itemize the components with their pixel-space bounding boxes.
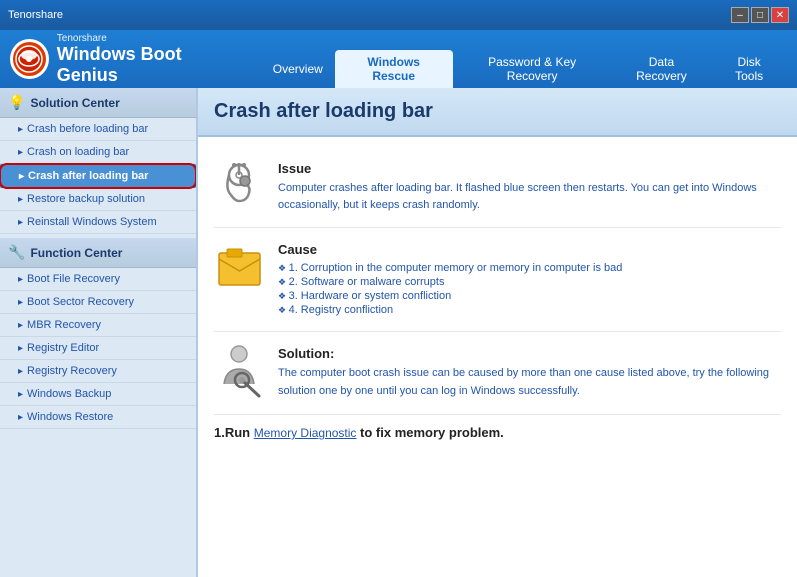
window-controls: – □ ✕	[731, 7, 789, 23]
cause-item-1: 1. Corruption in the computer memory or …	[278, 261, 781, 275]
app-title: Tenorshare Windows Boot Genius	[57, 33, 241, 86]
title-bar: Tenorshare – □ ✕	[0, 0, 797, 30]
cause-section: Cause 1. Corruption in the computer memo…	[214, 228, 781, 332]
sidebar-item-mbr[interactable]: MBR Recovery	[0, 314, 196, 337]
solution-center-icon: 💡	[8, 94, 25, 111]
solution-label: Solution:	[278, 346, 781, 361]
sidebar-item-boot-file[interactable]: Boot File Recovery	[0, 268, 196, 291]
minimize-button[interactable]: –	[731, 7, 749, 23]
app-logo	[10, 39, 49, 79]
issue-icon	[214, 161, 264, 211]
sidebar: 💡 Solution Center Crash before loading b…	[0, 88, 197, 577]
main-container: 💡 Solution Center Crash before loading b…	[0, 88, 797, 577]
issue-text-area: Issue Computer crashes after loading bar…	[278, 161, 781, 213]
bottom-suffix: to fix memory problem.	[356, 425, 503, 440]
title-bar-text: Tenorshare	[8, 9, 63, 21]
solution-description: The computer boot crash issue can be cau…	[278, 365, 781, 400]
function-center-header: 🔧 Function Center	[0, 238, 196, 268]
close-button[interactable]: ✕	[771, 7, 789, 23]
nav-tabs: Overview Windows Rescue Password & Key R…	[261, 30, 787, 88]
tab-password-recovery[interactable]: Password & Key Recovery	[453, 50, 612, 88]
bottom-heading: 1.Run	[214, 425, 254, 440]
issue-label: Issue	[278, 161, 781, 176]
content-title: Crash after loading bar	[214, 100, 781, 123]
sidebar-item-windows-restore[interactable]: Windows Restore	[0, 406, 196, 429]
cause-item-2: 2. Software or malware corrupts	[278, 275, 781, 289]
sidebar-item-crash-on[interactable]: Crash on loading bar	[0, 141, 196, 164]
memory-diagnostic-link[interactable]: Memory Diagnostic	[254, 426, 357, 440]
solution-center-header: 💡 Solution Center	[0, 88, 196, 118]
solution-section: Solution: The computer boot crash issue …	[214, 332, 781, 415]
cause-text-area: Cause 1. Corruption in the computer memo…	[278, 242, 781, 317]
cause-item-4: 4. Registry confliction	[278, 303, 781, 317]
sidebar-item-restore-backup[interactable]: Restore backup solution	[0, 188, 196, 211]
cause-list: 1. Corruption in the computer memory or …	[278, 261, 781, 317]
tab-overview[interactable]: Overview	[261, 50, 335, 88]
sidebar-item-reinstall[interactable]: Reinstall Windows System	[0, 211, 196, 234]
cause-icon	[214, 242, 264, 292]
content-body: Issue Computer crashes after loading bar…	[198, 137, 797, 460]
bottom-section: 1.Run Memory Diagnostic to fix memory pr…	[214, 415, 781, 450]
tab-windows-rescue[interactable]: Windows Rescue	[335, 50, 453, 88]
maximize-button[interactable]: □	[751, 7, 769, 23]
tab-data-recovery[interactable]: Data Recovery	[612, 50, 712, 88]
issue-section: Issue Computer crashes after loading bar…	[214, 147, 781, 228]
sidebar-item-crash-after[interactable]: Crash after loading bar	[0, 164, 196, 188]
solution-text-area: Solution: The computer boot crash issue …	[278, 346, 781, 400]
sidebar-item-registry-editor[interactable]: Registry Editor	[0, 337, 196, 360]
logo-area: Tenorshare Windows Boot Genius	[10, 33, 241, 86]
tab-disk-tools[interactable]: Disk Tools	[711, 50, 787, 88]
sidebar-item-boot-sector[interactable]: Boot Sector Recovery	[0, 291, 196, 314]
solution-icon	[214, 346, 264, 396]
cause-item-3: 3. Hardware or system confliction	[278, 289, 781, 303]
sidebar-item-crash-before[interactable]: Crash before loading bar	[0, 118, 196, 141]
sidebar-item-windows-backup[interactable]: Windows Backup	[0, 383, 196, 406]
cause-label: Cause	[278, 242, 781, 257]
issue-description: Computer crashes after loading bar. It f…	[278, 180, 781, 213]
app-header: Tenorshare Windows Boot Genius Overview …	[0, 30, 797, 88]
function-center-icon: 🔧	[8, 244, 25, 261]
content-area: Crash after loading bar	[197, 88, 797, 577]
content-header: Crash after loading bar	[198, 88, 797, 137]
sidebar-item-registry-recovery[interactable]: Registry Recovery	[0, 360, 196, 383]
